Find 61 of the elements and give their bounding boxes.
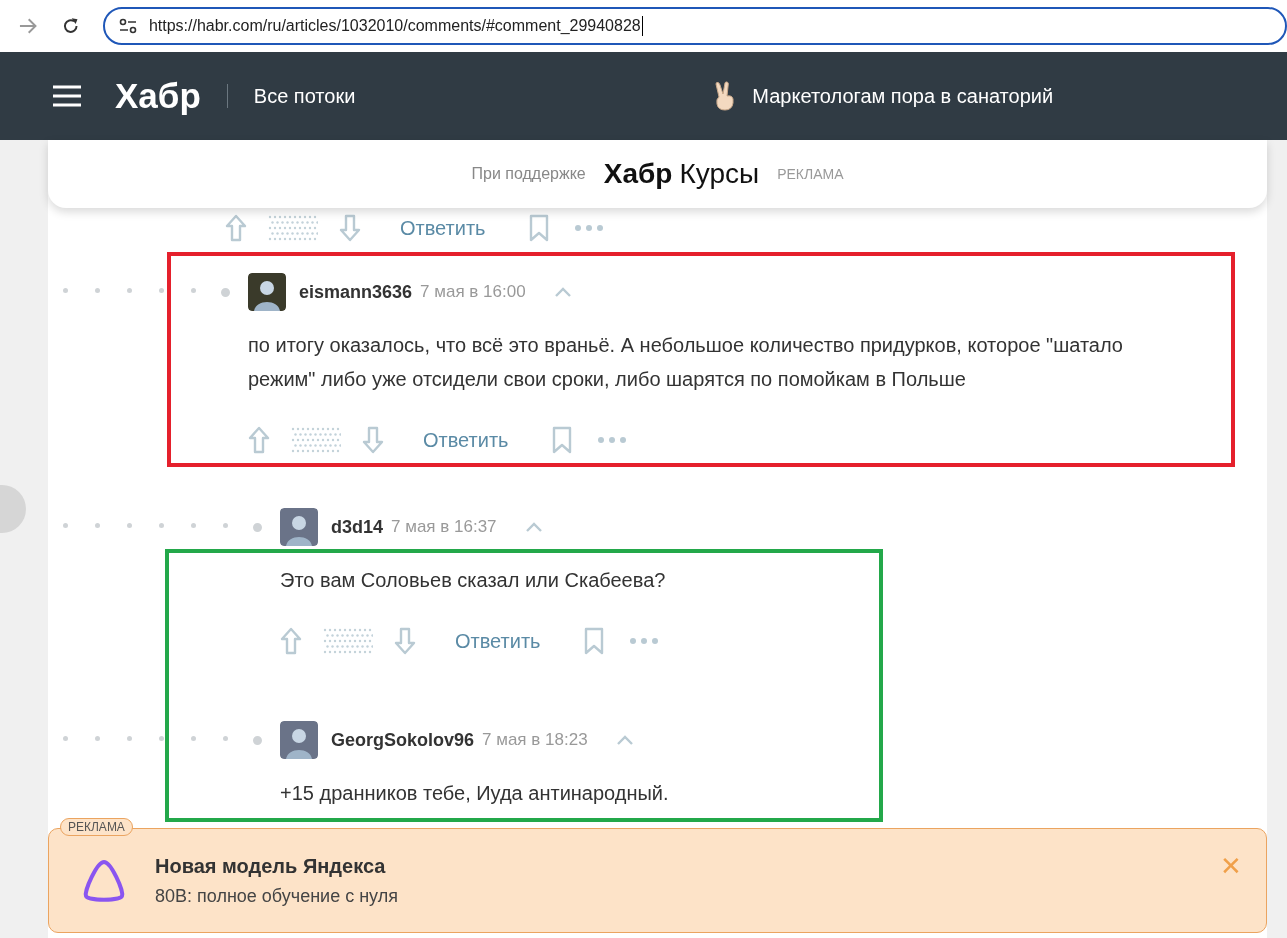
- thread-dot: [126, 522, 132, 528]
- upvote-icon[interactable]: [280, 627, 302, 655]
- downvote-icon[interactable]: [394, 627, 416, 655]
- thread-dot: [62, 735, 68, 741]
- thread-dot: [190, 522, 196, 528]
- thread-dot: [190, 735, 196, 741]
- username[interactable]: eismann3636: [299, 281, 413, 303]
- ad-subtitle: 80B: полное обучение с нуля: [155, 885, 398, 907]
- menu-icon[interactable]: [53, 85, 81, 107]
- hidden-score-icon: [291, 427, 341, 453]
- reply-link[interactable]: Ответить: [455, 629, 541, 653]
- bookmark-icon[interactable]: [527, 214, 550, 242]
- ad-title[interactable]: Новая модель Яндекса: [155, 854, 398, 878]
- site-settings-icon[interactable]: [118, 18, 137, 34]
- thread-dot: [158, 522, 164, 528]
- upvote-icon[interactable]: [225, 214, 247, 242]
- reply-link[interactable]: Ответить: [423, 428, 509, 452]
- username[interactable]: d3d14: [331, 516, 384, 538]
- comment-text: по итогу оказалось, что всё это враньё. А небольшое количество придурков, которое "шатало режим" либо уже отсидели свои сроки, либо шарятся по помойкам в Польше: [248, 333, 1124, 392]
- downvote-icon[interactable]: [339, 214, 361, 242]
- thread-dot: [126, 735, 132, 741]
- site-logo[interactable]: Хабр: [115, 76, 201, 116]
- comment-text: Это вам Соловьев сказал или Скабеева?: [280, 568, 667, 593]
- caret-up-icon[interactable]: [553, 286, 572, 298]
- thread-dot: [62, 287, 68, 293]
- bookmark-icon[interactable]: [550, 426, 573, 454]
- text-cursor: [641, 16, 643, 36]
- thread-dot: [94, 522, 100, 528]
- caret-up-icon[interactable]: [615, 734, 634, 746]
- thread-ring: [220, 287, 230, 297]
- sponsor-banner: При поддержке Хабр Курсы РЕКЛАМА: [48, 140, 1267, 208]
- bookmark-icon[interactable]: [582, 627, 605, 655]
- thread-dot: [158, 287, 164, 293]
- avatar[interactable]: [248, 273, 286, 311]
- thread-dot: [222, 735, 228, 741]
- thread-dot: [62, 522, 68, 528]
- triangle-logo-icon: [81, 858, 127, 903]
- thread-ring: [252, 522, 262, 532]
- promo-link[interactable]: Маркетологам пора в санаторий: [712, 81, 1054, 111]
- thread-dot: [94, 735, 100, 741]
- nav-link[interactable]: Все потоки: [253, 84, 356, 108]
- reply-link[interactable]: Ответить: [400, 216, 486, 240]
- more-icon[interactable]: [628, 637, 659, 645]
- more-icon[interactable]: [596, 436, 627, 444]
- ad-label: РЕКЛАМА: [60, 818, 133, 836]
- comment-text: +15 дранников тебе, Иуда антинародный.: [280, 781, 670, 806]
- thread-dot: [126, 287, 132, 293]
- thread-dot: [94, 287, 100, 293]
- address-field[interactable]: https://habr.com/ru/articles/1032010/comments/#comment_29940828: [102, 7, 1287, 45]
- thread-ring: [252, 735, 262, 745]
- upvote-icon[interactable]: [248, 426, 270, 454]
- thread-dot: [222, 522, 228, 528]
- caret-up-icon[interactable]: [524, 521, 543, 533]
- hidden-score-icon: [323, 628, 373, 654]
- thread-dot: [158, 735, 164, 741]
- back-arrow-icon[interactable]: [18, 17, 38, 35]
- more-icon[interactable]: [573, 224, 604, 232]
- username[interactable]: GeorgSokolov96: [331, 729, 475, 751]
- downvote-icon[interactable]: [362, 426, 384, 454]
- hidden-score-icon: [268, 215, 318, 241]
- thread-dot: [190, 287, 196, 293]
